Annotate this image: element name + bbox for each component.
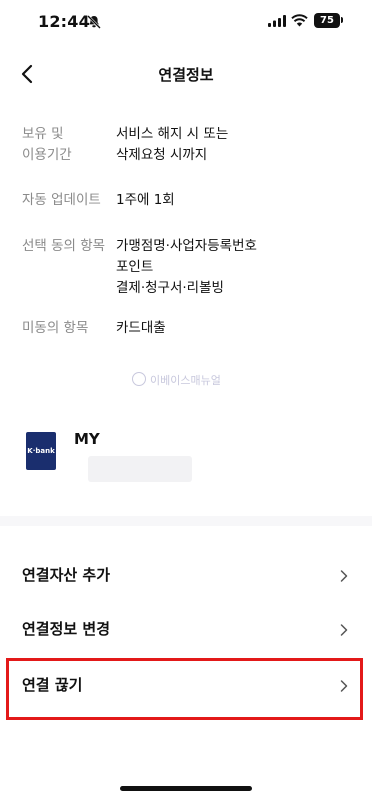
info-label: 보유 및 이용기간 bbox=[22, 126, 72, 163]
wifi-icon bbox=[291, 14, 308, 27]
bank-logo: K·bank bbox=[26, 432, 56, 470]
info-value: 1주에 1회 bbox=[116, 192, 175, 208]
menu-label: 연결자산 추가 bbox=[22, 566, 111, 584]
section-divider bbox=[0, 516, 372, 526]
linked-account: K·bank MY bbox=[22, 430, 352, 490]
status-time: 12:44 bbox=[38, 12, 90, 31]
info-row-not-consented: 미동의 항목 카드대출 bbox=[22, 318, 166, 339]
info-label: 선택 동의 항목 bbox=[22, 238, 106, 254]
info-row-retention: 보유 및 이용기간 서비스 해지 시 또는 삭제요청 시까지 bbox=[22, 124, 228, 166]
battery-indicator: 75 bbox=[314, 13, 340, 28]
account-name: MY bbox=[74, 430, 100, 448]
watermark-text: 이베이스매뉴얼 bbox=[150, 374, 221, 387]
account-number-masked bbox=[88, 456, 192, 482]
add-linked-asset-button[interactable]: 연결자산 추가 bbox=[0, 548, 372, 604]
watermark: 이베이스매뉴얼 bbox=[132, 372, 221, 388]
status-bar: 12:44 75 bbox=[0, 0, 372, 44]
bell-muted-icon bbox=[87, 15, 101, 29]
chevron-right-icon bbox=[340, 570, 348, 582]
highlight-box bbox=[6, 658, 363, 720]
page-title: 연결정보 bbox=[158, 66, 214, 84]
cellular-signal-icon bbox=[268, 15, 286, 27]
info-value: 가맹점명·사업자등록번호 포인트 결제·청구서·리볼빙 bbox=[116, 238, 257, 296]
info-row-auto-update: 자동 업데이트 1주에 1회 bbox=[22, 190, 175, 211]
home-indicator bbox=[120, 786, 252, 791]
info-label: 미동의 항목 bbox=[22, 320, 89, 336]
chevron-right-icon bbox=[340, 624, 348, 636]
info-value: 카드대출 bbox=[116, 320, 166, 336]
info-label: 자동 업데이트 bbox=[22, 192, 101, 208]
menu-label: 연결정보 변경 bbox=[22, 620, 111, 638]
info-value: 서비스 해지 시 또는 삭제요청 시까지 bbox=[116, 126, 229, 163]
info-row-optional-consent: 선택 동의 항목 가맹점명·사업자등록번호 포인트 결제·청구서·리볼빙 bbox=[22, 236, 257, 299]
change-connection-info-button[interactable]: 연결정보 변경 bbox=[0, 602, 372, 658]
header: 연결정보 bbox=[0, 52, 372, 96]
battery-tip bbox=[341, 17, 343, 23]
watermark-logo-icon bbox=[132, 372, 146, 386]
